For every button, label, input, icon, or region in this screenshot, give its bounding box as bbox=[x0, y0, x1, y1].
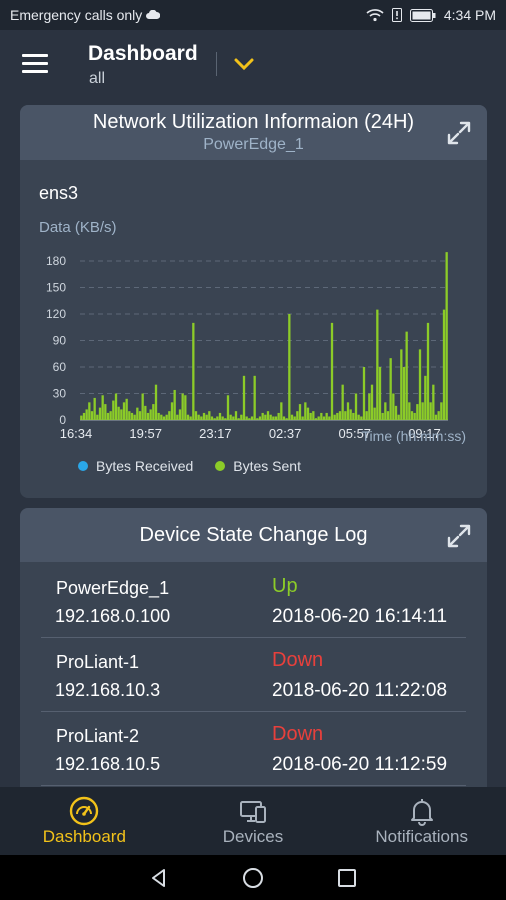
tab-notifications[interactable]: Notifications bbox=[337, 787, 506, 855]
x-tick-label: 02:37 bbox=[269, 426, 302, 441]
tab-label: Dashboard bbox=[42, 827, 126, 846]
page-title: Dashboard bbox=[88, 42, 198, 65]
device-name: PowerEdge_1 bbox=[56, 578, 170, 598]
log-row[interactable]: ProLiant-1 192.168.10.3 Down 2018-06-20 … bbox=[20, 638, 487, 712]
y-tick-label: 30 bbox=[53, 387, 67, 401]
device-ip: 192.168.0.100 bbox=[55, 606, 171, 626]
y-axis-label: Data (KB/s) bbox=[39, 219, 117, 236]
home-icon[interactable] bbox=[241, 866, 265, 890]
bell-icon bbox=[410, 799, 433, 826]
network-card-device: PowerEdge_1 bbox=[203, 136, 304, 153]
x-tick-label: 23:17 bbox=[199, 426, 232, 441]
device-state: Up bbox=[272, 575, 298, 597]
expand-icon[interactable] bbox=[445, 119, 473, 147]
header-divider bbox=[216, 52, 217, 76]
device-name: ProLiant-1 bbox=[56, 652, 140, 672]
recents-icon[interactable] bbox=[335, 866, 359, 890]
system-nav-bar bbox=[0, 855, 506, 900]
battery-icon bbox=[409, 8, 436, 22]
legend-item-sent[interactable]: Bytes Sent bbox=[215, 458, 301, 474]
cloud-icon bbox=[146, 10, 161, 19]
legend-label: Bytes Sent bbox=[233, 458, 301, 474]
sim-alert-icon bbox=[391, 8, 402, 22]
page-subtitle: all bbox=[89, 70, 106, 87]
device-state-log-card: Device State Change Log PowerEdge_1 192.… bbox=[20, 508, 487, 798]
log-card-title: Device State Change Log bbox=[139, 524, 368, 546]
y-tick-label: 90 bbox=[53, 334, 67, 348]
legend-dot bbox=[78, 461, 88, 471]
row-divider bbox=[41, 785, 466, 786]
tab-devices[interactable]: Devices bbox=[169, 787, 338, 855]
state-change-time: 2018-06-20 11:22:08 bbox=[272, 680, 448, 701]
interface-name: ens3 bbox=[39, 183, 79, 203]
device-state: Down bbox=[272, 649, 324, 671]
app-bar: Dashboard all bbox=[0, 30, 506, 98]
y-tick-label: 180 bbox=[46, 254, 66, 268]
menu-button[interactable] bbox=[22, 54, 48, 74]
clock-text: 4:34 PM bbox=[443, 7, 496, 23]
chart-legend: Bytes Received Bytes Sent bbox=[78, 458, 301, 474]
y-tick-label: 150 bbox=[46, 281, 66, 295]
network-card-title: Network Utilization Informaion (24H) bbox=[92, 111, 415, 133]
device-ip: 192.168.10.3 bbox=[55, 680, 161, 700]
network-card-header: Network Utilization Informaion (24H) Pow… bbox=[20, 105, 487, 160]
expand-icon[interactable] bbox=[445, 522, 473, 550]
state-change-time: 2018-06-20 11:12:59 bbox=[272, 754, 448, 775]
devices-icon bbox=[240, 801, 266, 823]
carrier-text: Emergency calls only bbox=[10, 7, 143, 23]
legend-item-received[interactable]: Bytes Received bbox=[78, 458, 193, 474]
log-row[interactable]: PowerEdge_1 192.168.0.100 Up 2018-06-20 … bbox=[20, 564, 487, 638]
tab-label: Notifications bbox=[375, 827, 468, 846]
device-ip: 192.168.10.5 bbox=[55, 754, 161, 774]
legend-label: Bytes Received bbox=[96, 458, 194, 474]
x-axis-label: Time (hh:mm:ss) bbox=[362, 428, 466, 444]
log-card-header: Device State Change Log bbox=[20, 508, 487, 562]
device-state: Down bbox=[272, 723, 324, 745]
legend-dot bbox=[215, 461, 226, 471]
bottom-tab-bar: Dashboard Devices Notifications bbox=[0, 787, 506, 855]
log-row[interactable]: ProLiant-2 192.168.10.5 Down 2018-06-20 … bbox=[20, 712, 487, 786]
y-tick-label: 120 bbox=[46, 307, 66, 321]
chevron-down-icon[interactable] bbox=[233, 55, 255, 73]
y-tick-label: 0 bbox=[59, 413, 66, 427]
tab-dashboard[interactable]: Dashboard bbox=[0, 787, 169, 855]
gauge-icon bbox=[70, 796, 99, 826]
device-name: ProLiant-2 bbox=[56, 726, 140, 746]
x-tick-label: 19:57 bbox=[129, 426, 162, 441]
back-icon[interactable] bbox=[147, 866, 171, 890]
state-change-time: 2018-06-20 16:14:11 bbox=[272, 606, 448, 627]
wifi-icon bbox=[366, 9, 384, 22]
x-tick-label: 16:34 bbox=[60, 426, 93, 441]
network-chart: 030609012015018016:34 19:57 23:17 02:37 05:5… bbox=[46, 252, 466, 444]
y-tick-label: 60 bbox=[53, 360, 67, 374]
network-utilization-card: Network Utilization Informaion (24H) Pow… bbox=[20, 105, 487, 498]
tab-label: Devices bbox=[222, 827, 284, 846]
status-bar: Emergency calls only 4:34 PM bbox=[0, 0, 506, 30]
